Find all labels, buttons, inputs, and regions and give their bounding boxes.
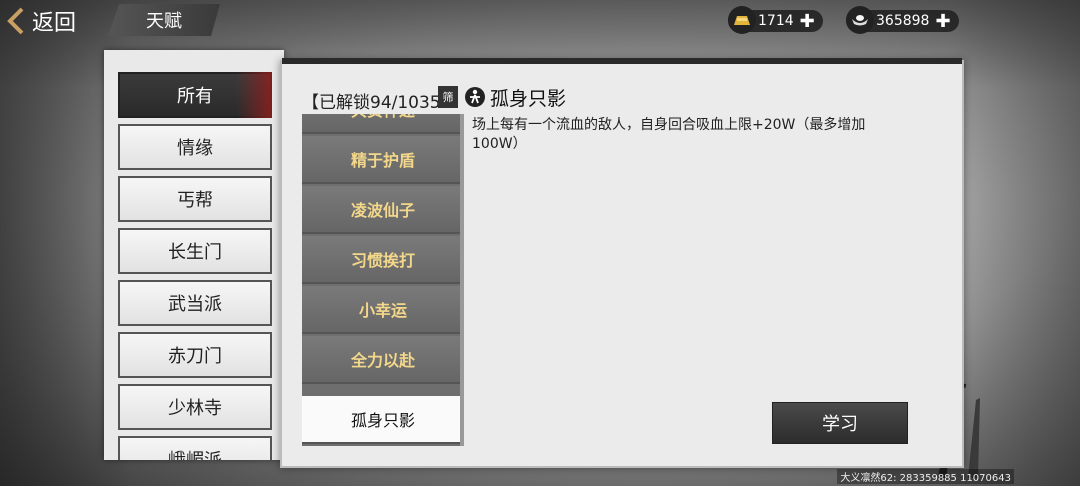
add-silver-icon[interactable]: ✚ xyxy=(935,11,950,32)
category-romance[interactable]: 情缘 xyxy=(118,124,272,170)
learn-button[interactable]: 学习 xyxy=(772,402,908,444)
category-label: 武当派 xyxy=(168,294,222,315)
gold-amount: 1714 xyxy=(758,13,794,29)
list-scrollbar[interactable] xyxy=(460,114,464,446)
talent-list: 兵贵神速 精于护盾 凌波仙子 习惯挨打 小幸运 全力以赴 孤身只影 xyxy=(302,114,464,446)
talent-item-selected[interactable]: 孤身只影 xyxy=(302,396,464,444)
add-gold-icon[interactable]: ✚ xyxy=(800,11,815,32)
player-info: 大义凛然62: 283359885 11070643 xyxy=(837,469,1014,484)
category-label: 长生门 xyxy=(168,242,222,263)
category-shaolin[interactable]: 少林寺 xyxy=(118,384,272,430)
panel-border xyxy=(282,58,962,64)
talent-item[interactable]: 全力以赴 xyxy=(302,336,464,384)
category-changsheng[interactable]: 长生门 xyxy=(118,228,272,274)
talent-item[interactable]: 兵贵神速 xyxy=(302,114,464,134)
category-label: 峨嵋派 xyxy=(168,446,222,460)
category-wudang[interactable]: 武当派 xyxy=(118,280,272,326)
talent-title: 孤身只影 xyxy=(490,88,567,110)
silver-ingot-icon xyxy=(846,6,874,34)
back-label: 返回 xyxy=(32,11,77,36)
silver-amount: 365898 xyxy=(876,13,930,29)
talent-panel: 【已解锁94/1035 筛 兵贵神速 精于护盾 凌波仙子 习惯挨打 小幸运 全力… xyxy=(280,58,964,468)
talent-description: 场上每有一个流血的敌人，自身回合吸血上限+20W（最多增加100W） xyxy=(472,117,866,152)
gold-currency: 1714 ✚ xyxy=(728,6,823,34)
category-label: 少林寺 xyxy=(168,398,222,419)
talent-item[interactable]: 小幸运 xyxy=(302,286,464,334)
category-emei[interactable]: 峨嵋派 xyxy=(118,436,272,460)
category-beggar-sect[interactable]: 丐帮 xyxy=(118,176,272,222)
category-label: 丐帮 xyxy=(177,190,213,211)
category-chidao[interactable]: 赤刀门 xyxy=(118,332,272,378)
unlock-counter: 【已解锁94/1035 xyxy=(302,93,441,113)
filter-button[interactable]: 筛 xyxy=(438,86,458,108)
category-all[interactable]: 所有 xyxy=(118,72,272,118)
talent-item[interactable]: 凌波仙子 xyxy=(302,186,464,234)
page-title: 天赋 xyxy=(108,4,220,36)
talent-item[interactable]: 习惯挨打 xyxy=(302,236,464,284)
gold-ingot-icon xyxy=(728,6,756,34)
back-button[interactable]: 返回 xyxy=(6,4,76,38)
category-label: 情缘 xyxy=(177,138,213,159)
category-list: 所有 情缘 丐帮 长生门 武当派 赤刀门 少林寺 峨嵋派 xyxy=(104,50,284,460)
talent-item[interactable]: 精于护盾 xyxy=(302,136,464,184)
category-label: 所有 xyxy=(177,86,213,107)
silver-currency: 365898 ✚ xyxy=(846,6,959,34)
category-label: 赤刀门 xyxy=(168,346,222,367)
chevron-left-icon xyxy=(7,7,24,35)
martial-figure-icon xyxy=(465,87,485,107)
